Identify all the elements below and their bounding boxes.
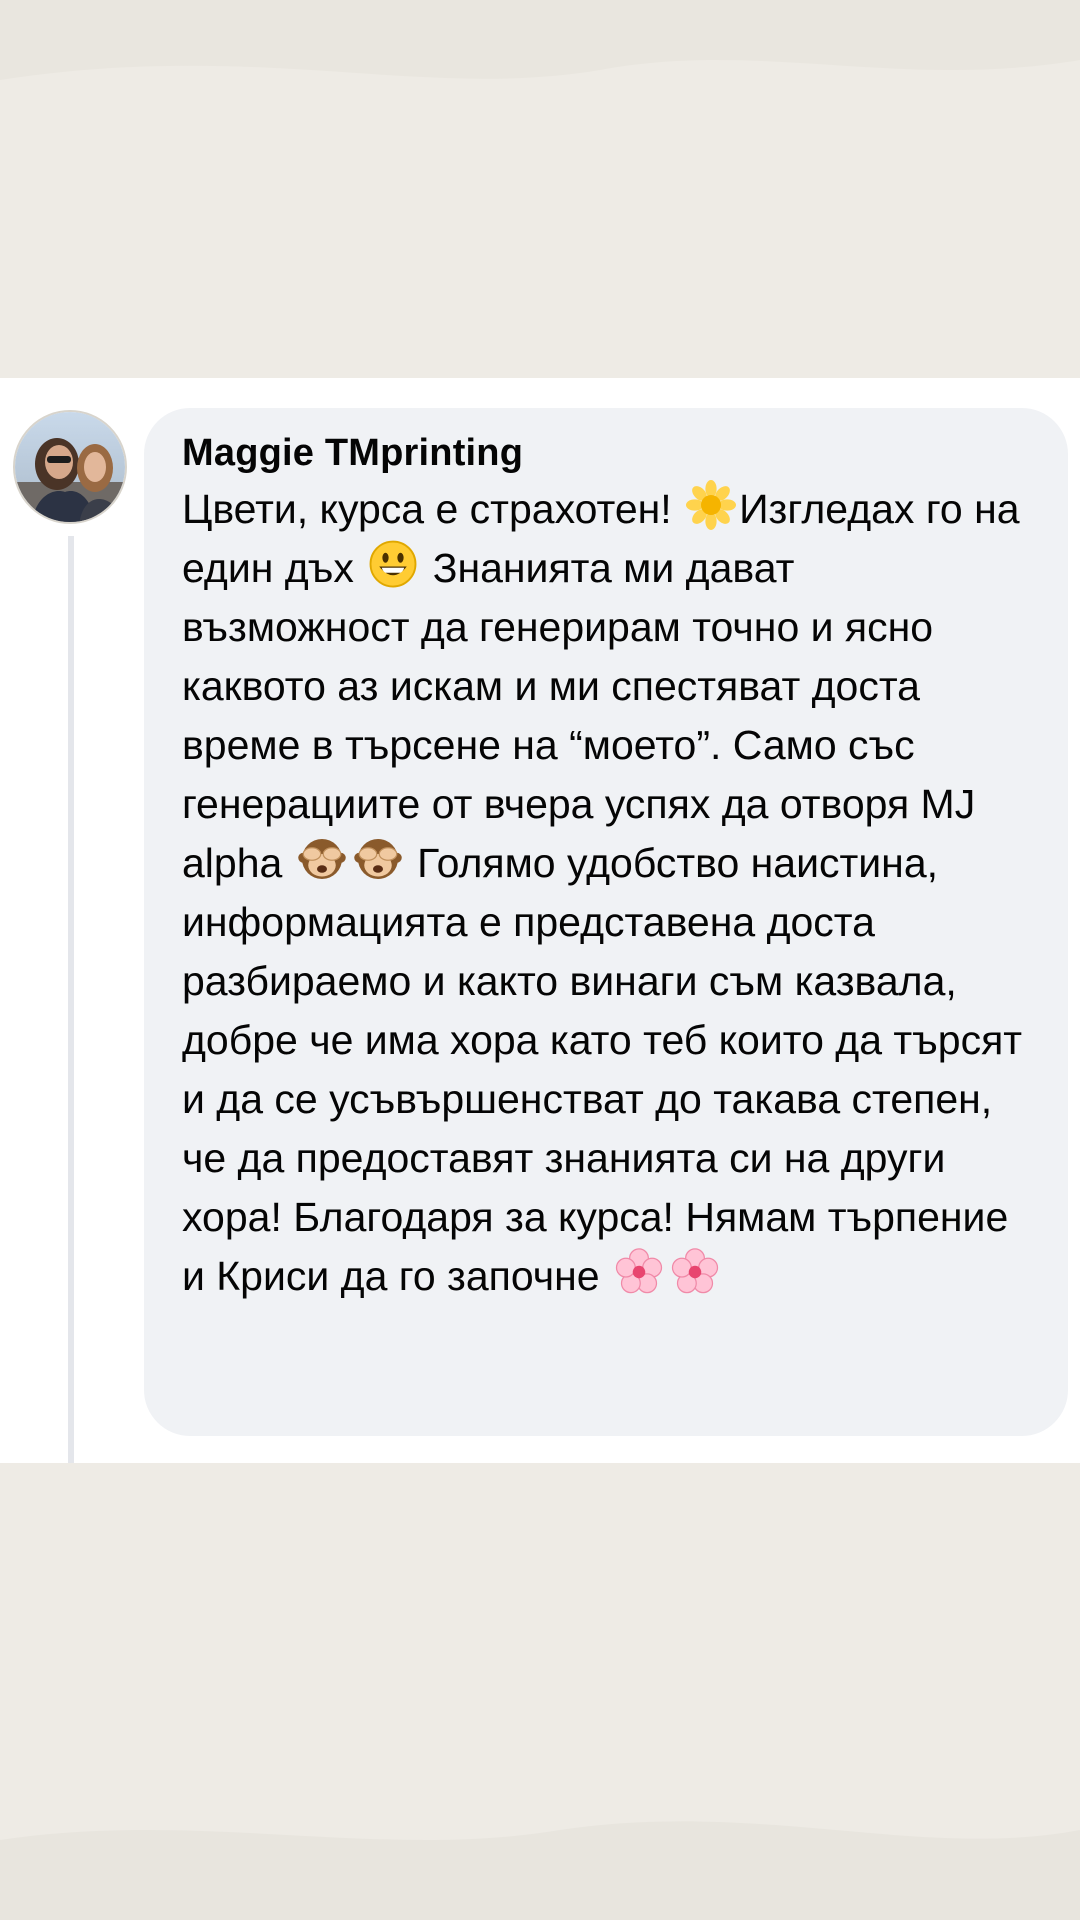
blossom-icon [686,480,737,530]
avatar[interactable] [13,410,127,524]
comment-text-part: Цвети, курса е страхотен! [182,486,684,532]
see-no-evil-monkey-icon [353,839,402,879]
see-no-evil-monkey-icon [297,839,346,879]
profile-photo [15,412,125,522]
cherry-blossom-icon [671,1248,719,1294]
thread-line [68,536,74,1463]
comment-bubble: Maggie TMprinting Цвети, курса е страхот… [144,408,1068,1436]
comment-author[interactable]: Maggie TMprinting [182,428,1032,478]
comment-text: Цвети, курса е страхотен! Изгледах го на… [182,480,1032,1306]
grinning-face-icon [369,540,417,588]
comment-text-part: Голямо удобство наистина, информацията е… [182,840,1023,1299]
cherry-blossom-icon [615,1248,663,1294]
